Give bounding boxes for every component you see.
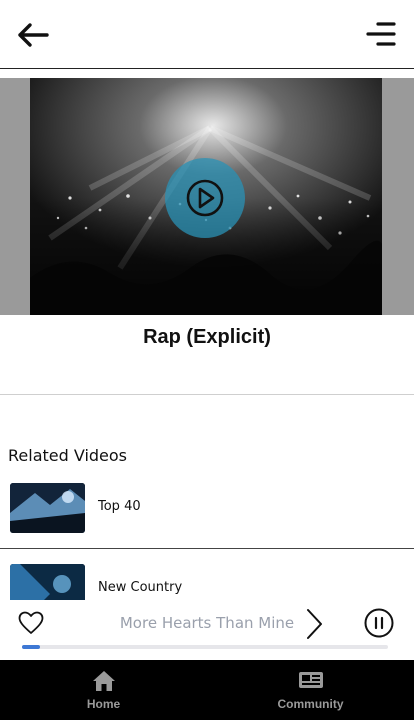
top-bar	[0, 0, 414, 68]
tab-home-label: Home	[86, 697, 121, 711]
play-button[interactable]	[165, 158, 245, 238]
tab-community-label: Community	[277, 697, 344, 711]
video-title: Rap (Explicit)	[143, 326, 271, 348]
playback-progress-bar[interactable]	[22, 645, 388, 649]
heart-icon	[18, 611, 44, 634]
related-video-thumbnail	[10, 483, 85, 533]
pause-button[interactable]	[364, 608, 394, 638]
related-video-thumbnail	[10, 564, 85, 600]
favorite-button[interactable]	[18, 611, 44, 635]
home-icon	[92, 671, 115, 691]
next-button[interactable]	[304, 608, 324, 640]
related-video-item[interactable]: New Country	[0, 564, 414, 600]
menu-button[interactable]	[364, 18, 396, 50]
menu-icon	[366, 22, 396, 46]
arrow-left-icon	[18, 23, 49, 47]
chevron-right-icon	[307, 609, 322, 639]
header-divider	[0, 68, 414, 69]
section-divider	[0, 394, 414, 395]
mini-player: More Hearts Than Mine	[0, 600, 414, 660]
pause-circle-icon	[364, 608, 394, 638]
tab-home[interactable]: Home	[0, 660, 207, 720]
now-playing-title: More Hearts Than Mine	[119, 614, 295, 632]
related-divider	[0, 548, 414, 549]
related-video-title: New Country	[98, 580, 183, 595]
related-video-title: Top 40	[98, 499, 141, 514]
tab-community[interactable]: Community	[207, 660, 414, 720]
related-videos-heading: Related Videos	[8, 446, 128, 465]
bottom-nav: Home Community	[0, 660, 414, 720]
play-circle-icon	[186, 179, 224, 217]
video-player[interactable]	[0, 78, 414, 315]
community-icon	[298, 672, 323, 688]
back-button[interactable]	[16, 20, 50, 50]
related-video-item[interactable]: Top 40	[0, 483, 414, 539]
playback-progress-fill	[22, 645, 41, 649]
